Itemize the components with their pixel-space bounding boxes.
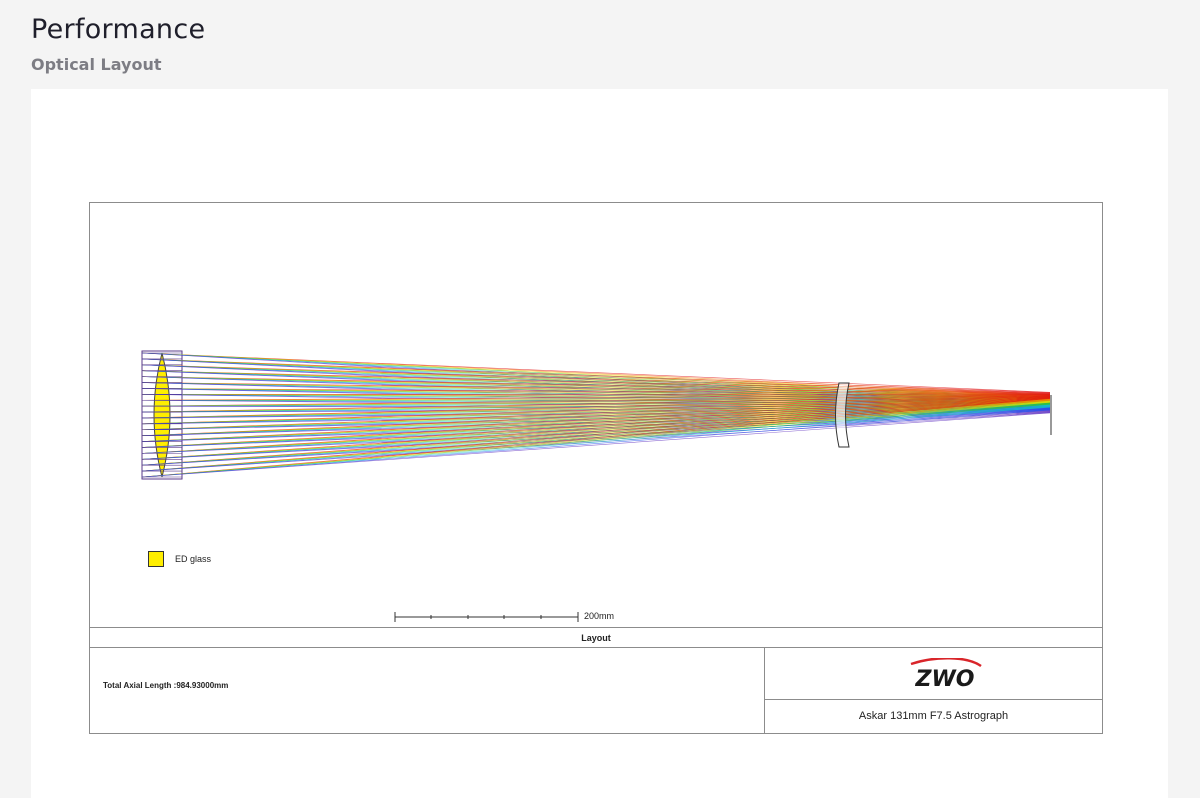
zwo-logo: ZWO — [910, 658, 982, 692]
ed-glass-legend-label: ED glass — [175, 554, 212, 564]
layout-title-row: Layout — [90, 627, 1102, 648]
page-title: Performance — [31, 14, 206, 45]
scale-bar-label: 200mm — [584, 611, 615, 621]
total-axial-length: Total Axial Length :984.93000mm — [103, 681, 229, 690]
zwo-logo-text: ZWO — [915, 667, 975, 692]
ed-glass-legend-swatch — [148, 551, 164, 567]
product-cell: Askar 131mm F7.5 Astrograph — [765, 700, 1102, 733]
page-subtitle: Optical Layout — [31, 55, 162, 74]
ray-trace-svg — [141, 350, 1052, 622]
info-cell: Total Axial Length :984.93000mm — [90, 648, 765, 733]
ray-trace-plot — [90, 203, 1102, 628]
ray-bundle — [141, 352, 1051, 478]
product-name: Askar 131mm F7.5 Astrograph — [858, 710, 1009, 722]
logo-cell: ZWO — [765, 648, 1102, 700]
layout-label: Layout — [581, 633, 611, 643]
optical-layout-drawing: ED glass 200mm Layout Total Axial Length… — [89, 202, 1103, 734]
